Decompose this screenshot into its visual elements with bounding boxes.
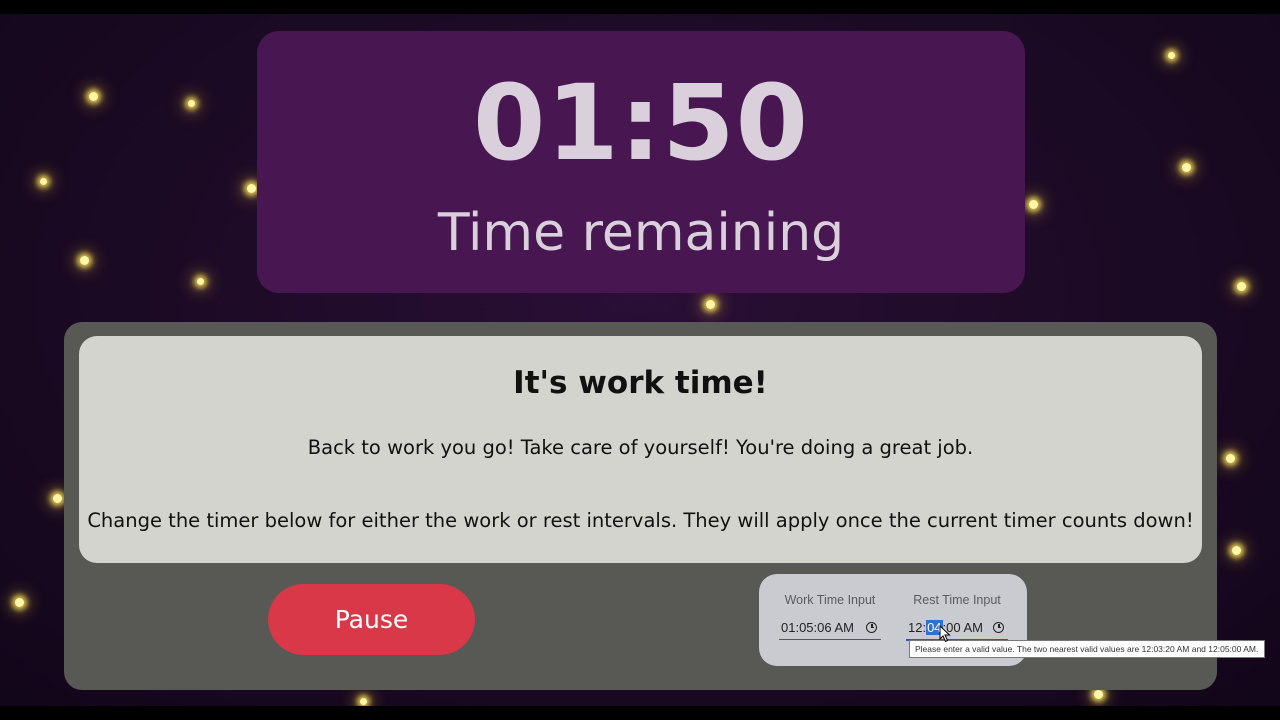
clock-icon[interactable]: [866, 621, 877, 633]
firefly-decoration: [247, 184, 256, 193]
rest-time-hours[interactable]: 12:: [908, 620, 926, 635]
firefly-decoration: [1168, 52, 1175, 59]
message-box: It's work time! Back to work you go! Tak…: [79, 336, 1202, 563]
message-title: It's work time!: [513, 365, 768, 401]
firefly-decoration: [89, 92, 98, 101]
app-background: 01:50 Time remaining It's work time! Bac…: [0, 14, 1280, 706]
firefly-decoration: [1029, 200, 1038, 209]
rest-time-field: Rest Time Input 12:04:00 AM: [906, 594, 1008, 641]
firefly-decoration: [197, 278, 204, 285]
work-time-value[interactable]: 01:05:06 AM: [781, 620, 854, 635]
firefly-decoration: [53, 494, 62, 503]
clock-icon[interactable]: [993, 621, 1004, 633]
pause-button[interactable]: Pause: [268, 584, 475, 655]
firefly-decoration: [15, 598, 24, 607]
firefly-decoration: [188, 100, 195, 107]
timer-card: 01:50 Time remaining: [257, 31, 1025, 293]
firefly-decoration: [1226, 454, 1235, 463]
work-time-field: Work Time Input 01:05:06 AM: [779, 594, 881, 640]
message-instructions: Change the timer below for either the wo…: [87, 509, 1194, 532]
work-time-input[interactable]: 01:05:06 AM: [779, 618, 881, 640]
countdown-label: Time remaining: [437, 203, 845, 263]
control-panel: It's work time! Back to work you go! Tak…: [64, 322, 1217, 690]
message-encouragement: Back to work you go! Take care of yourse…: [307, 436, 974, 459]
work-time-label: Work Time Input: [784, 593, 876, 607]
firefly-decoration: [1182, 163, 1191, 172]
firefly-decoration: [1237, 282, 1246, 291]
rest-time-label: Rest Time Input: [913, 593, 1001, 607]
firefly-decoration: [1094, 690, 1103, 699]
mouse-cursor-icon: [939, 625, 951, 643]
firefly-decoration: [360, 698, 367, 705]
countdown-display: 01:50: [472, 62, 810, 184]
firefly-decoration: [80, 256, 89, 265]
firefly-decoration: [1232, 546, 1241, 555]
firefly-decoration: [40, 178, 47, 185]
rest-time-input[interactable]: 12:04:00 AM: [906, 618, 1008, 641]
firefly-decoration: [706, 300, 715, 309]
validation-tooltip: Please enter a valid value. The two near…: [909, 640, 1266, 659]
